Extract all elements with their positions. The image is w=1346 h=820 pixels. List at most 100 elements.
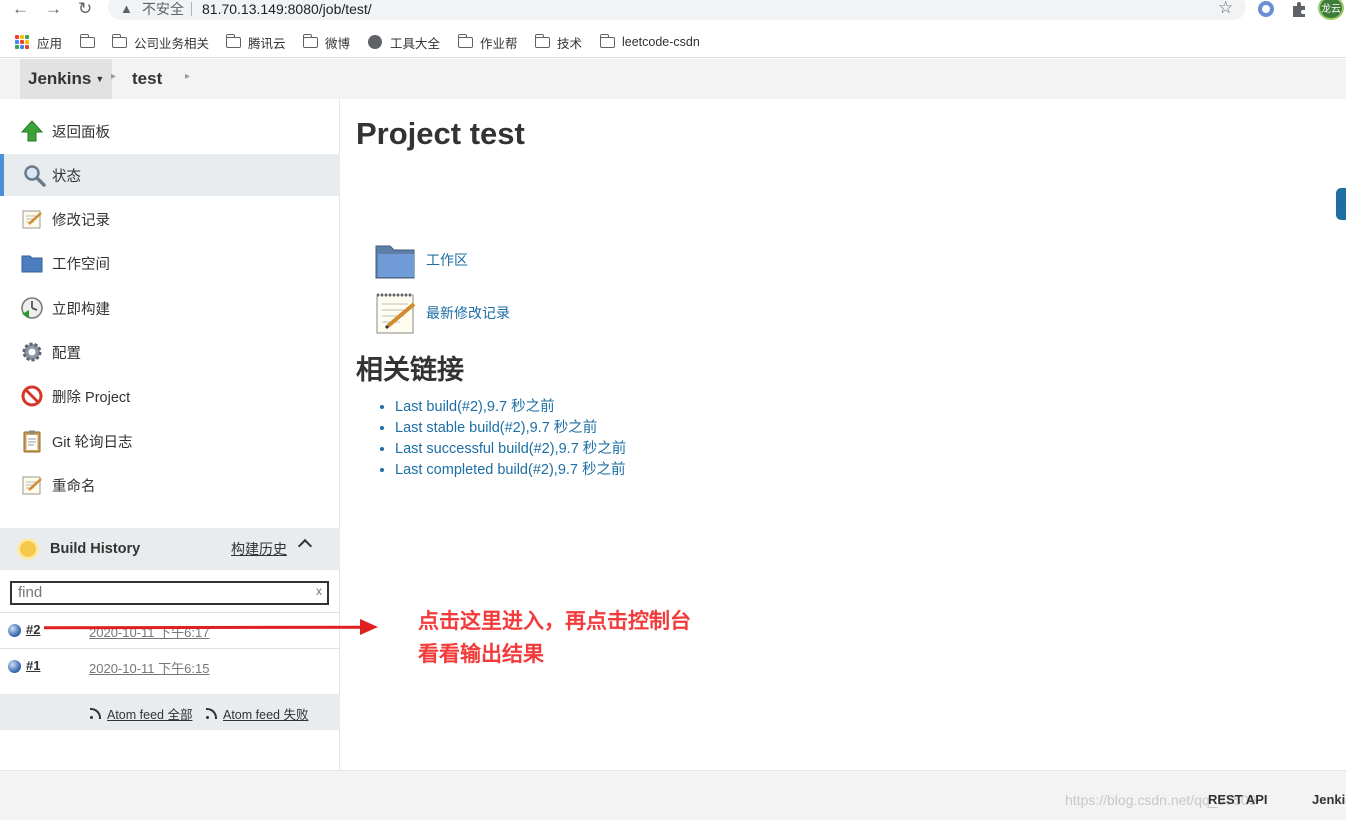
folder-icon [375, 245, 415, 279]
clear-search-icon[interactable]: x [316, 584, 322, 598]
task-configure[interactable]: 配置 [0, 331, 340, 373]
back-arrow-icon[interactable]: ← [12, 0, 29, 18]
bookmark-label: 工具大全 [390, 36, 441, 51]
task-build-now[interactable]: 立即构建 [0, 287, 340, 329]
forward-arrow-icon[interactable]: → [45, 0, 62, 18]
globe-icon [368, 35, 382, 49]
task-delete-project[interactable]: 删除 Project [0, 375, 340, 417]
task-label: 删除 Project [52, 389, 131, 406]
workspace-link[interactable]: 工作区 [426, 250, 468, 270]
last-build-link[interactable]: Last build(#2),9.7 秒之前 [395, 399, 555, 415]
bookmark-tencent-cloud[interactable]: 腾讯云 [225, 28, 286, 56]
last-successful-build-link[interactable]: Last successful build(#2),9.7 秒之前 [395, 441, 626, 457]
atom-feed-failed-link[interactable]: Atom feed 失败 [206, 704, 308, 723]
task-changes[interactable]: 修改记录 [0, 198, 340, 240]
magnifier-icon [24, 165, 46, 187]
sun-weather-icon [20, 541, 36, 557]
folder-icon [79, 33, 95, 48]
bookmark-tools[interactable]: 工具大全 [368, 28, 440, 56]
bookmark-zuoyebang[interactable]: 作业帮 [457, 28, 518, 56]
no-entry-icon [21, 385, 43, 407]
insecure-label[interactable]: 不安全 [142, 0, 184, 18]
last-stable-build-link[interactable]: Last stable build(#2),9.7 秒之前 [395, 420, 597, 436]
bookmark-company[interactable]: 公司业务相关 [111, 28, 209, 56]
breadcrumb-home-label: Jenkins [28, 69, 92, 88]
warning-icon[interactable]: ▲ [120, 0, 133, 18]
build-history-trend-link[interactable]: 构建历史 [231, 539, 287, 559]
extension-circle-icon[interactable] [1257, 0, 1275, 18]
bookmark-label: 作业帮 [480, 36, 518, 51]
build-number-link[interactable]: #2 [26, 622, 40, 637]
build-history-title: Build History [50, 541, 141, 557]
recent-changes-row[interactable]: 最新修改记录 [374, 290, 510, 336]
breadcrumb: Jenkins ▼ ▸ test ▸ [0, 59, 1346, 99]
bookmark-label: leetcode-csdn [622, 35, 700, 49]
last-completed-build-link[interactable]: Last completed build(#2),9.7 秒之前 [395, 462, 626, 478]
task-back-to-dashboard[interactable]: 返回面板 [0, 110, 340, 152]
url-text[interactable]: 81.70.13.149:8080/job/test/ [202, 0, 372, 18]
list-item: Last stable build(#2),9.7 秒之前 [395, 418, 626, 439]
gear-icon [22, 342, 42, 362]
rss-feed-icon [206, 708, 217, 719]
notepad-icon [22, 210, 42, 229]
build-number-link[interactable]: #1 [26, 658, 40, 673]
bookmark-folder[interactable] [79, 28, 102, 56]
puzzle-extension-icon[interactable] [1290, 0, 1308, 18]
task-label: 状态 [52, 168, 81, 185]
recent-changes-link[interactable]: 最新修改记录 [426, 303, 510, 323]
breadcrumb-job[interactable]: test [132, 59, 162, 99]
bookmark-label: 技术 [557, 36, 583, 51]
profile-avatar[interactable]: 龙云 [1318, 0, 1344, 20]
folder-icon [111, 33, 127, 48]
workspace-row[interactable]: 工作区 [374, 240, 468, 280]
bookmark-tech[interactable]: 技术 [534, 28, 583, 56]
task-workspace[interactable]: 工作空间 [0, 242, 340, 284]
task-label: Git 轮询日志 [52, 434, 133, 451]
chevron-up-icon[interactable] [297, 538, 313, 554]
chevron-right-icon[interactable]: ▸ [111, 71, 116, 82]
chevron-right-icon[interactable]: ▸ [185, 71, 190, 82]
blue-ball-status-icon [8, 624, 21, 637]
bookmark-star-icon[interactable]: ☆ [1218, 0, 1233, 17]
build-search-input[interactable]: find x [10, 581, 329, 605]
task-status[interactable]: 状态 [0, 154, 340, 196]
task-rename[interactable]: 重命名 [0, 464, 340, 506]
apps-grid-icon [15, 35, 29, 49]
side-tab-handle[interactable] [1336, 188, 1346, 220]
clock-build-icon [21, 297, 43, 319]
bookmarks-bar: 应用 公司业务相关 腾讯云 微博 工具大全 作业帮 技术 leetcode-cs… [0, 28, 1346, 58]
omnibox-divider [191, 2, 192, 16]
bookmark-leetcode[interactable]: leetcode-csdn [599, 28, 700, 56]
bookmark-weibo[interactable]: 微博 [302, 28, 351, 56]
notepad-icon [22, 476, 42, 495]
task-label: 立即构建 [52, 301, 110, 318]
build-date-link[interactable]: 2020-10-11 下午6:15 [89, 658, 209, 677]
rest-api-link[interactable]: REST API [1208, 792, 1267, 807]
folder-icon [21, 255, 43, 273]
atom-feed-all-link[interactable]: Atom feed 全部 [90, 704, 192, 723]
atom-feed-label: Atom feed 全部 [107, 708, 193, 722]
task-label: 返回面板 [52, 124, 110, 141]
bookmark-label: 微博 [325, 36, 351, 51]
bookmark-label: 腾讯云 [248, 36, 286, 51]
build-row[interactable]: #1 2020-10-11 下午6:15 [0, 648, 340, 684]
task-git-polling-log[interactable]: Git 轮询日志 [0, 420, 340, 462]
task-label: 重命名 [52, 478, 96, 495]
page-title: Project test [356, 116, 525, 151]
atom-feed-label: Atom feed 失败 [223, 708, 309, 722]
build-row[interactable]: #2 2020-10-11 下午6:17 [0, 612, 340, 648]
build-history-header: Build History 构建历史 [0, 528, 340, 570]
folder-icon [225, 33, 241, 48]
build-date-link[interactable]: 2020-10-11 下午6:17 [89, 622, 209, 641]
jenkins-version-link[interactable]: Jenki [1312, 792, 1345, 807]
list-item: Last completed build(#2),9.7 秒之前 [395, 460, 626, 481]
caret-down-icon[interactable]: ▼ [95, 74, 104, 84]
folder-icon [599, 33, 615, 48]
breadcrumb-jenkins[interactable]: Jenkins ▼ [20, 59, 113, 99]
side-panel: 返回面板 状态 修改记录 工作空间 立即构建 配置 删除 Project Git… [0, 99, 340, 770]
task-label: 修改记录 [52, 212, 110, 229]
annotation-arrow-line [43, 625, 365, 630]
bookmark-apps[interactable]: 应用 [15, 28, 62, 56]
reload-icon[interactable]: ↻ [78, 0, 92, 18]
related-links-heading: 相关链接 [356, 355, 464, 385]
